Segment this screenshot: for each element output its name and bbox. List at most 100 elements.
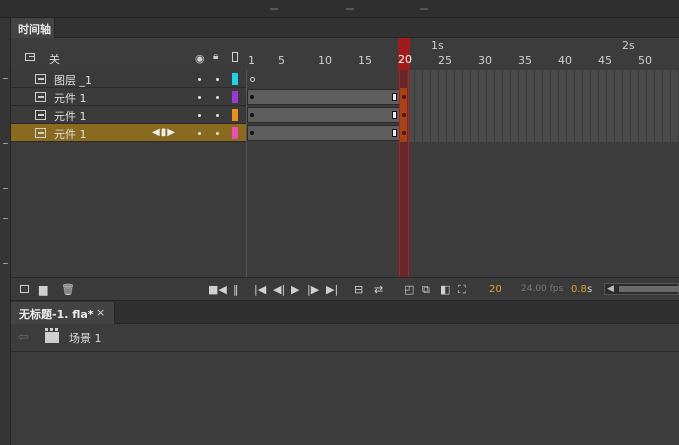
elapsed-time-value[interactable]: 0.8 — [571, 284, 587, 295]
end-frame-marker — [392, 129, 397, 137]
frame-grid[interactable]: 20 — [246, 38, 679, 277]
ruler-frame-label: 30 — [478, 54, 492, 67]
frame-rate-value[interactable]: 24.00 fps — [521, 284, 563, 294]
layer-header: 关 ◉ 🔒︎ — [11, 38, 246, 70]
frame-ruler[interactable]: 1s 2s 1 5 10 15 25 30 35 40 45 50 — [246, 38, 679, 70]
visibility-toggle[interactable] — [198, 78, 201, 81]
visibility-toggle[interactable] — [198, 96, 201, 99]
camera-icon[interactable]: ■◀ — [208, 283, 227, 296]
ruler-frame-label: 25 — [438, 54, 452, 67]
onion-markers-icon[interactable]: ⛶ — [458, 283, 466, 297]
layer-row-selected[interactable]: 元件 1 ◀▮▶ — [11, 124, 246, 142]
document-tab[interactable]: 无标题-1. fla* × — [11, 302, 115, 324]
animate-timeline-window: 时间轴 关 ◉ 🔒︎ 1s 2s 1 5 10 15 25 30 35 40 4… — [0, 0, 679, 445]
document-tab-label: 无标题-1. fla* — [19, 308, 94, 321]
close-icon[interactable]: × — [96, 306, 105, 319]
tab-timeline-label: 时间轴 — [18, 23, 51, 36]
layer-list: 图层 _1 元件 1 元件 1 元件 1 ◀▮▶ — [11, 70, 246, 142]
lock-icon[interactable]: 🔒︎ — [213, 51, 218, 62]
visibility-toggle[interactable] — [198, 114, 201, 117]
ruler-frame-label: 15 — [358, 54, 372, 67]
edge-tick — [3, 78, 8, 79]
lock-toggle[interactable] — [216, 96, 219, 99]
frame-row[interactable] — [247, 106, 679, 124]
layer-color-swatch[interactable] — [232, 109, 238, 121]
layer-row[interactable]: 元件 1 — [11, 88, 246, 106]
ruler-frame-label: 1 — [248, 54, 255, 67]
divider-mark — [420, 8, 428, 10]
scrollbar-thumb[interactable] — [619, 286, 679, 292]
frame-cells[interactable] — [407, 70, 679, 88]
lock-toggle[interactable] — [216, 78, 219, 81]
ruler-seconds-label: 1s — [431, 39, 444, 52]
layer-color-swatch[interactable] — [232, 73, 238, 85]
frame-row[interactable] — [247, 88, 679, 106]
layer-icon[interactable] — [25, 53, 35, 61]
layer-row[interactable]: 图层 _1 — [11, 70, 246, 88]
keyframe[interactable] — [250, 95, 254, 99]
visibility-toggle[interactable] — [198, 132, 201, 135]
scene-label[interactable]: 场景 1 — [69, 330, 102, 346]
divider-mark — [270, 8, 278, 10]
end-frame-marker — [392, 111, 397, 119]
frame-span[interactable] — [247, 125, 400, 141]
new-layer-icon[interactable] — [20, 285, 29, 293]
playhead[interactable] — [399, 38, 409, 277]
tab-timeline[interactable]: 时间轴 — [11, 18, 55, 38]
lock-toggle[interactable] — [216, 132, 219, 135]
ruler-frame-label: 35 — [518, 54, 532, 67]
last-frame-icon[interactable]: ▶| — [326, 283, 338, 296]
keyframe[interactable] — [250, 131, 254, 135]
back-arrow-icon[interactable]: ⇦ — [18, 330, 29, 345]
layer-icon — [35, 74, 46, 84]
delete-icon[interactable]: 🗑︎ — [61, 283, 75, 296]
ruler-frame-label: 40 — [558, 54, 572, 67]
layer-color-swatch[interactable] — [232, 91, 238, 103]
prev-frame-icon[interactable]: ◀| — [273, 283, 285, 296]
elapsed-time-unit: s — [587, 284, 593, 295]
frame-cells[interactable] — [407, 88, 679, 106]
frame-row[interactable] — [247, 124, 679, 142]
layer-pencil-controls-icon[interactable]: ◀▮▶ — [152, 127, 176, 138]
layer-row[interactable]: 元件 1 — [11, 106, 246, 124]
next-frame-icon[interactable]: |▶ — [307, 283, 319, 296]
timeline-tab-bar: 时间轴 — [11, 18, 679, 38]
center-frame-icon[interactable]: ⊟ — [354, 283, 363, 296]
layer-name: 元件 1 — [54, 110, 87, 123]
loop-icon[interactable]: ⇄ — [374, 283, 383, 296]
empty-keyframe[interactable] — [250, 77, 255, 82]
edge-tick — [3, 263, 8, 264]
timeline-horizontal-scrollbar[interactable]: ◀ — [604, 283, 679, 295]
frame-span[interactable] — [247, 89, 400, 105]
play-icon[interactable]: ▶ — [291, 283, 299, 296]
new-folder-icon[interactable]: ▆ — [39, 283, 47, 296]
frame-cells[interactable] — [407, 106, 679, 124]
onion-outline-icon[interactable]: ⧉ — [422, 283, 430, 297]
end-frame-marker — [392, 93, 397, 101]
layer-icon — [35, 128, 46, 138]
layer-name: 图层 _1 — [54, 74, 92, 87]
frame-row[interactable] — [247, 70, 679, 88]
frame-cells[interactable] — [407, 124, 679, 142]
layer-list-empty-area — [11, 143, 246, 277]
keyframe[interactable] — [250, 113, 254, 117]
lock-toggle[interactable] — [216, 114, 219, 117]
top-strip — [0, 0, 679, 18]
scroll-left-icon[interactable]: ◀ — [607, 284, 614, 294]
edit-multiple-icon[interactable]: ◧ — [440, 283, 450, 296]
scene-clapper-icon — [45, 328, 59, 343]
stage-area[interactable] — [11, 352, 679, 445]
layer-header-label: 关 — [49, 53, 60, 66]
ruler-frame-label: 45 — [598, 54, 612, 67]
layer-icon — [35, 92, 46, 102]
layer-color-swatch[interactable] — [232, 127, 238, 139]
outline-icon[interactable] — [232, 52, 238, 62]
frame-span[interactable] — [247, 107, 400, 123]
layer-name: 元件 1 — [54, 92, 87, 105]
current-frame-value[interactable]: 20 — [489, 284, 502, 295]
ruler-seconds-label: 2s — [622, 39, 635, 52]
onion-skin-icon[interactable]: ◰ — [404, 283, 414, 296]
eye-icon[interactable]: ◉ — [195, 52, 205, 65]
timeline-toolbar: ▆ 🗑︎ ■◀ ‖ |◀ ◀| ▶ |▶ ▶| ⊟ ⇄ ◰ ⧉ ◧ ⛶ 20 2… — [11, 277, 679, 301]
first-frame-icon[interactable]: |◀ — [254, 283, 266, 296]
